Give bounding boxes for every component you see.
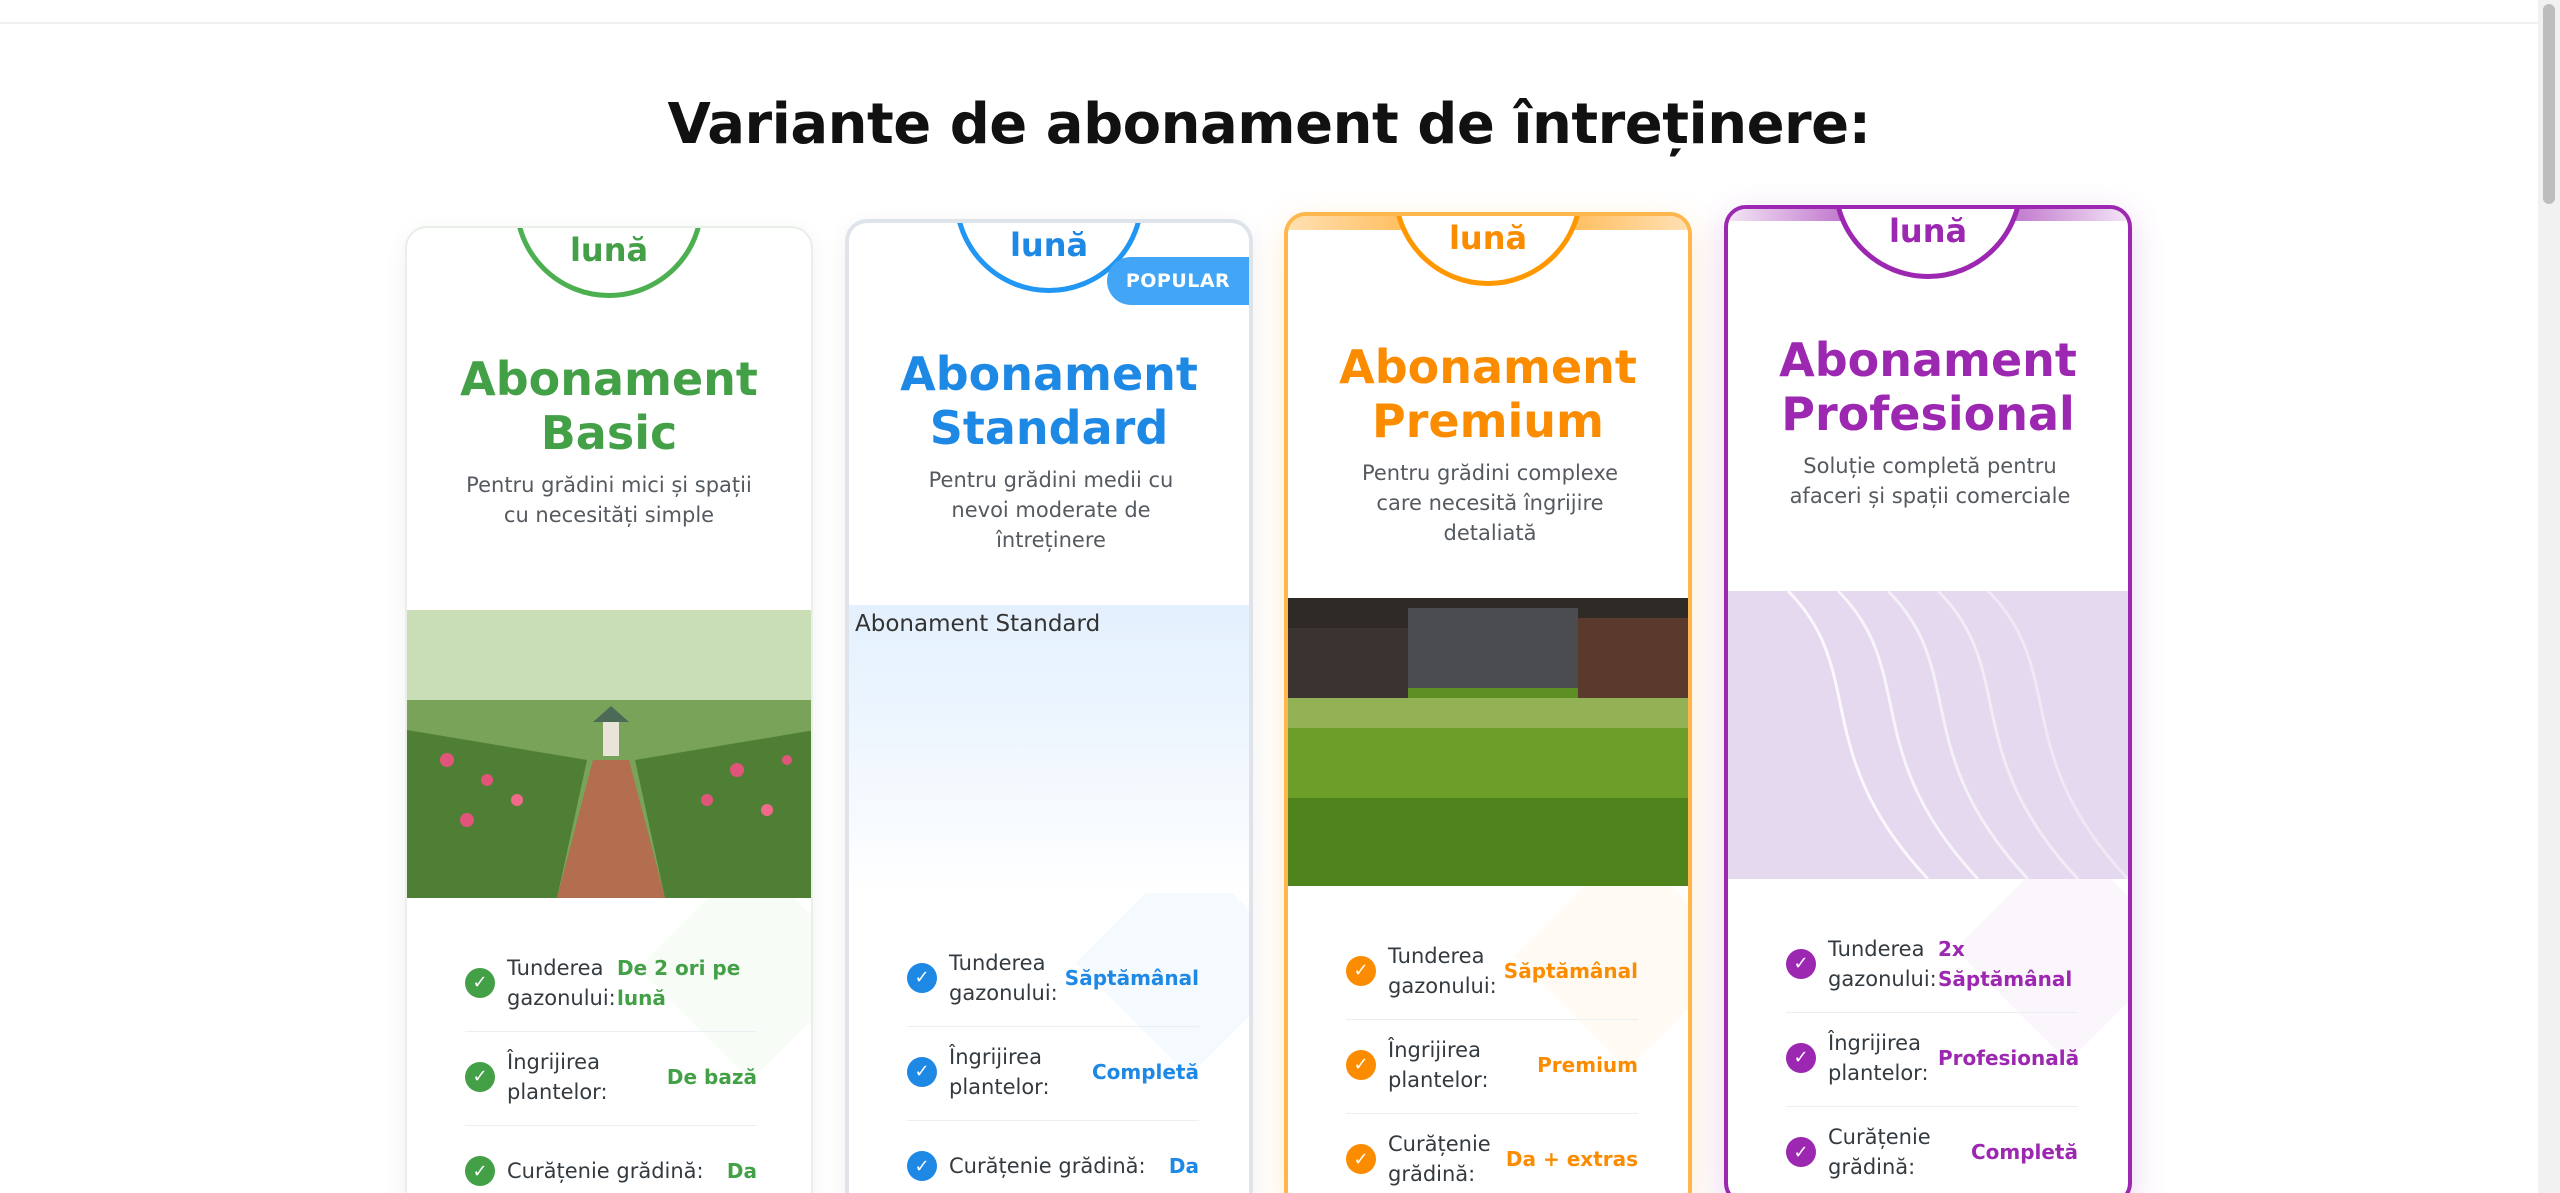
price-suffix: lună [1888, 212, 1968, 250]
check-icon: ✓ [1346, 955, 1376, 986]
feature-item: ✓ Tunderea gazonului: Săptămânal [907, 933, 1199, 1027]
garden-path-image [407, 610, 811, 898]
top-navbar [0, 0, 2538, 24]
feature-list: ✓ Tunderea gazonului: De 2 ori pe lună ✓… [465, 938, 757, 1193]
feature-item: ✓ Îngrijirea plantelor: Premium [1346, 1020, 1638, 1114]
check-icon: ✓ [465, 967, 495, 998]
check-icon: ✓ [907, 962, 937, 993]
lawn-image [1288, 598, 1688, 886]
feature-label: Curățenie grădină: [1388, 1132, 1491, 1186]
feature-label: Tunderea gazonului: [507, 955, 616, 1010]
plan-description: Pentru grădini medii cu nevoi moderate d… [928, 468, 1174, 552]
feature-item: ✓ Îngrijirea plantelor: Completă [907, 1027, 1199, 1121]
feature-item: ✓ Îngrijirea plantelor: Profesională [1786, 1013, 2080, 1107]
scrollbar-thumb[interactable] [2543, 4, 2555, 204]
check-icon: ✓ [465, 1061, 495, 1092]
plan-card-basic: lună Abonament Basic Pentru grădini mici… [405, 226, 813, 1193]
feature-item: ✓ Tunderea gazonului: Săptămânal [1346, 926, 1638, 1020]
feature-value: Completă [1091, 1059, 1199, 1084]
feature-value: Da + extras [1505, 1147, 1638, 1171]
feature-item: ✓ Curățenie grădină: Da [465, 1126, 757, 1193]
feature-item: ✓ Tunderea gazonului: De 2 ori pe lună [465, 938, 757, 1032]
price-circle: lună [514, 228, 704, 298]
plan-description: Pentru grădini mici și spații cu necesit… [466, 473, 752, 527]
plan-image [1728, 591, 2128, 879]
plan-card-standard: lună POPULAR Abonament Standard Pentru g… [845, 219, 1253, 1193]
vertical-scrollbar[interactable] [2538, 0, 2560, 1193]
feature-label: Îngrijirea plantelor: [949, 1044, 1050, 1099]
feature-item: ✓ Tunderea gazonului: 2x Săptămânal [1786, 919, 2078, 1013]
feature-value: De bază [666, 1064, 757, 1089]
plan-description: Soluție completă pentru afaceri și spați… [1789, 454, 2071, 508]
price-circle: lună [1833, 209, 2023, 279]
price-circle: lună [1393, 216, 1583, 286]
plan-card-profesional: lună Abonament Profesional Soluție compl… [1724, 205, 2132, 1193]
feature-value: Da [1168, 1154, 1199, 1178]
popular-badge: POPULAR [1107, 257, 1249, 305]
feature-value: Premium [1537, 1052, 1638, 1077]
plan-title: Abonament Basic [460, 352, 758, 460]
feature-label: Curățenie grădină: [1828, 1125, 1931, 1179]
check-icon: ✓ [907, 1056, 937, 1087]
plan-image [1288, 598, 1688, 886]
feature-value: Săptămânal [1503, 958, 1638, 983]
feature-value: Da [726, 1159, 757, 1183]
check-icon: ✓ [465, 1156, 495, 1186]
feature-label: Îngrijirea plantelor: [1828, 1030, 1929, 1085]
feature-item: ✓ Curățenie grădină: Da [907, 1121, 1199, 1193]
price-suffix: lună [1009, 226, 1089, 264]
feature-label: Tunderea gazonului: [1388, 943, 1497, 998]
feature-value: Săptămânal [1064, 965, 1199, 990]
feature-value: Completă [1970, 1140, 2078, 1164]
feature-item: ✓ Curățenie grădină: Completă [1786, 1107, 2078, 1193]
plan-image: Abonament Standard [849, 605, 1249, 893]
feature-label: Curățenie grădină: [507, 1159, 704, 1183]
check-icon: ✓ [907, 1151, 937, 1181]
feature-item: ✓ Curățenie grădină: Da + extras [1346, 1114, 1638, 1193]
plan-description: Pentru grădini complexe care necesită în… [1361, 461, 1619, 545]
feature-value: 2x Săptămânal [1938, 936, 2073, 991]
plan-title: Abonament Standard [900, 347, 1198, 455]
plan-title: Abonament Premium [1339, 340, 1637, 448]
feature-list: ✓ Tunderea gazonului: Săptămânal ✓ Îngri… [1346, 926, 1638, 1193]
feature-label: Îngrijirea plantelor: [507, 1049, 608, 1104]
feature-item: ✓ Îngrijirea plantelor: De bază [465, 1032, 757, 1126]
feature-label: Tunderea gazonului: [949, 950, 1058, 1005]
price-suffix: lună [569, 231, 649, 269]
check-icon: ✓ [1346, 1144, 1376, 1174]
feature-list: ✓ Tunderea gazonului: 2x Săptămânal ✓ În… [1786, 919, 2080, 1193]
feature-value: De 2 ori pe lună [617, 955, 741, 1010]
section-title: Variante de abonament de întreținere: [667, 92, 1871, 157]
feature-label: Curățenie grădină: [949, 1154, 1146, 1178]
broken-image-alt-text: Abonament Standard [855, 611, 1101, 637]
check-icon: ✓ [1786, 1042, 1816, 1073]
price-suffix: lună [1448, 219, 1528, 257]
plan-title: Abonament Profesional [1779, 333, 2077, 441]
feature-list: ✓ Tunderea gazonului: Săptămânal ✓ Îngri… [907, 933, 1199, 1193]
feature-label: Tunderea gazonului: [1828, 936, 1937, 991]
check-icon: ✓ [1346, 1049, 1376, 1080]
check-icon: ✓ [1786, 948, 1816, 979]
feature-label: Îngrijirea plantelor: [1388, 1037, 1489, 1092]
abstract-waves-image [1728, 591, 2128, 879]
plan-card-premium: lună Abonament Premium Pentru grădini co… [1284, 212, 1692, 1193]
plan-image [407, 610, 811, 898]
check-icon: ✓ [1786, 1137, 1816, 1167]
feature-value: Profesională [1938, 1045, 2080, 1070]
